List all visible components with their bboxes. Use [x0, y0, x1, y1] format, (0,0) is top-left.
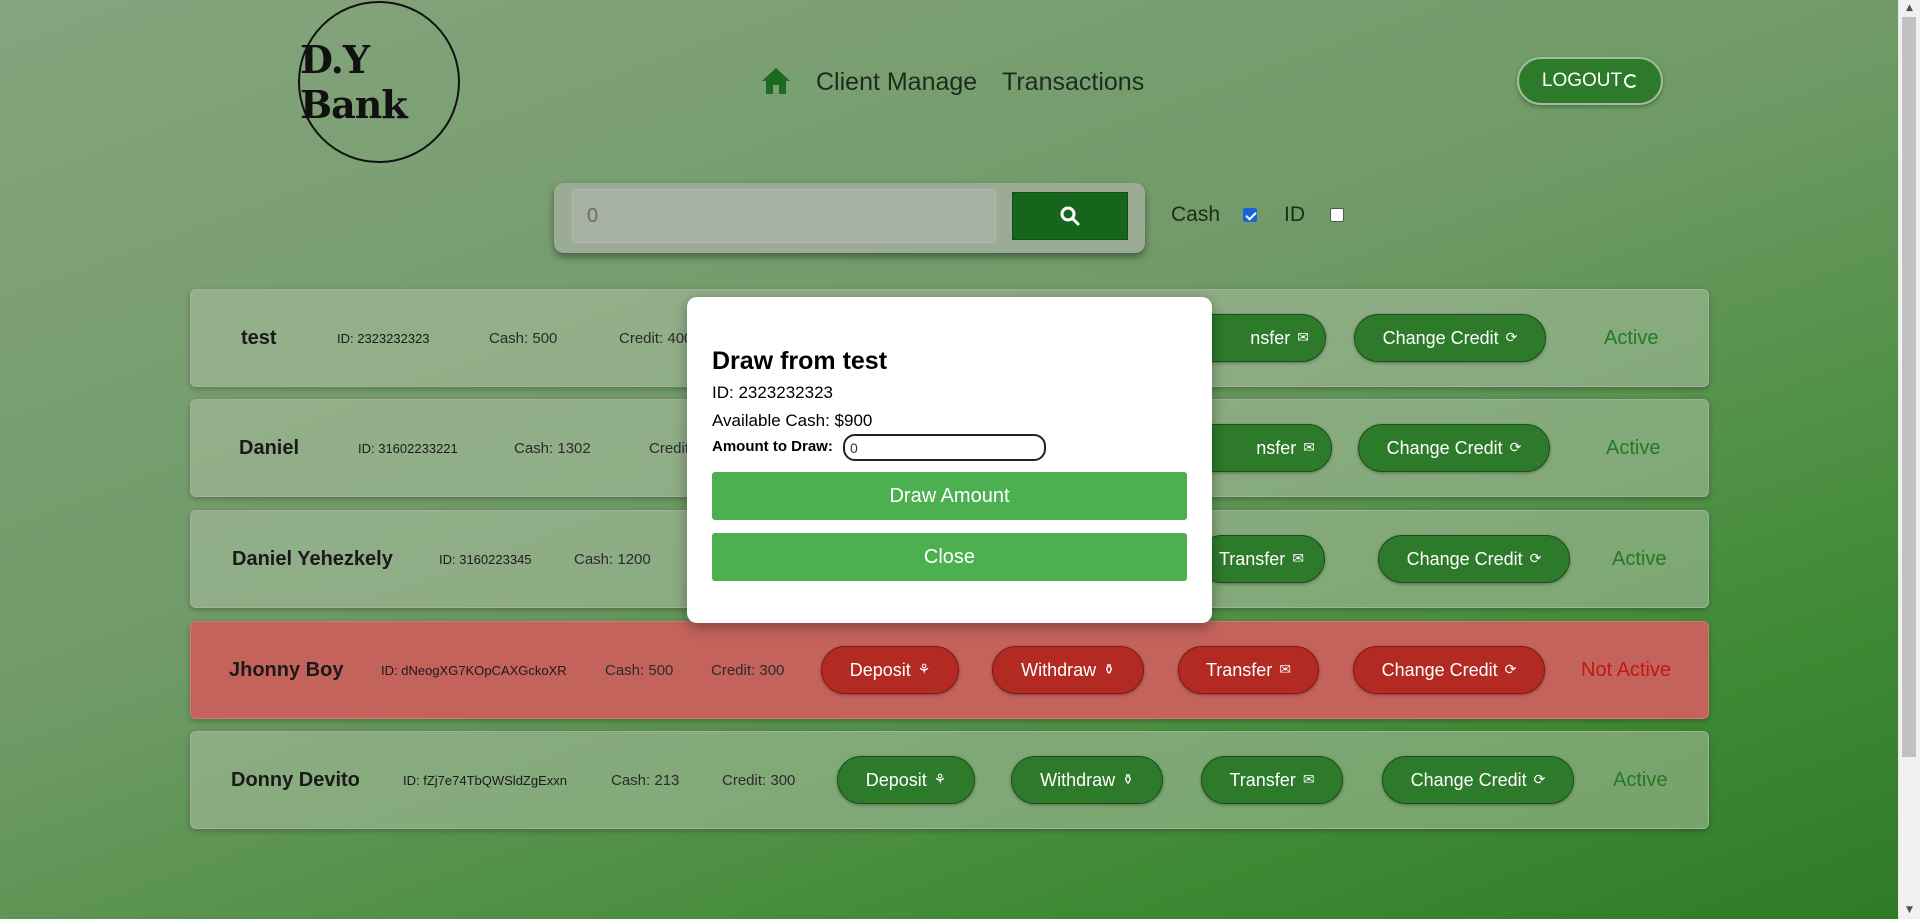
- deposit-label: Deposit: [849, 659, 911, 680]
- refresh-icon: ⟳: [1533, 772, 1546, 788]
- client-cash: Cash: 1302: [514, 439, 591, 457]
- amount-label: Amount to Draw:: [712, 438, 833, 455]
- envelope-icon: ✉: [1279, 662, 1292, 678]
- change-credit-label: Change Credit: [1381, 659, 1498, 680]
- vertical-scrollbar[interactable]: ▲ ▼: [1898, 0, 1920, 919]
- withdraw-button[interactable]: Withdraw ⚱: [992, 646, 1144, 694]
- transfer-label: Transfer: [1218, 548, 1286, 569]
- search-button[interactable]: [1012, 192, 1128, 240]
- deposit-icon: ⚘: [917, 662, 931, 678]
- refresh-icon: ⟳: [1509, 440, 1522, 456]
- withdraw-button[interactable]: Withdraw ⚱: [1011, 756, 1163, 804]
- draw-modal: Draw from test ID: 2323232323 Available …: [687, 297, 1212, 623]
- deposit-button[interactable]: Deposit ⚘: [837, 756, 975, 804]
- scroll-up-icon[interactable]: ▲: [1899, 0, 1920, 17]
- client-row: Jhonny Boy ID: dNeogXG7KOpCAXGckoXR Cash…: [190, 621, 1709, 719]
- deposit-button[interactable]: Deposit ⚘: [821, 646, 959, 694]
- client-cash: Cash: 500: [605, 661, 674, 679]
- transfer-label: nsfer: [1256, 437, 1297, 458]
- amount-input[interactable]: [843, 434, 1046, 461]
- scroll-down-icon[interactable]: ▼: [1899, 902, 1920, 919]
- client-id: ID: fZj7e74TbQWSldZgExxn: [403, 772, 567, 788]
- nav-client-manage[interactable]: Client Manage: [816, 68, 977, 97]
- change-credit-label: Change Credit: [1386, 437, 1503, 458]
- transfer-button[interactable]: Transfer ✉: [1201, 756, 1343, 804]
- deposit-label: Deposit: [865, 769, 927, 790]
- logout-button[interactable]: LOGOUT: [1517, 57, 1663, 105]
- withdraw-label: Withdraw: [1021, 659, 1097, 680]
- withdraw-icon: ⚱: [1122, 772, 1134, 788]
- modal-available-cash: Available Cash: $900: [712, 411, 873, 430]
- change-credit-label: Change Credit: [1410, 769, 1527, 790]
- withdraw-icon: ⚱: [1103, 662, 1115, 678]
- change-credit-button[interactable]: Change Credit ⟳: [1378, 535, 1570, 583]
- change-credit-label: Change Credit: [1406, 548, 1523, 569]
- client-id: ID: 2323232323: [337, 330, 430, 346]
- deposit-icon: ⚘: [933, 772, 947, 788]
- client-cash: Cash: 213: [611, 771, 680, 789]
- logout-label: LOGOUT: [1541, 70, 1623, 91]
- status-text: Active: [1612, 547, 1667, 570]
- envelope-icon: ✉: [1292, 551, 1305, 567]
- bank-logo[interactable]: D.Y Bank: [298, 1, 460, 163]
- transfer-label: Transfer: [1205, 659, 1273, 680]
- home-icon[interactable]: [760, 66, 792, 96]
- change-credit-button[interactable]: Change Credit ⟳: [1354, 314, 1546, 362]
- client-cash: Cash: 500: [489, 329, 558, 347]
- filter-cash-checkbox[interactable]: [1243, 208, 1257, 222]
- filter-id-checkbox[interactable]: [1330, 208, 1344, 222]
- client-id: ID: dNeogXG7KOpCAXGckoXR: [381, 662, 567, 678]
- filter-id-label: ID: [1284, 203, 1305, 226]
- envelope-icon: ✉: [1297, 330, 1309, 346]
- nav-transactions[interactable]: Transactions: [1002, 68, 1144, 97]
- transfer-label: Transfer: [1229, 769, 1296, 790]
- draw-amount-button[interactable]: Draw Amount: [712, 472, 1187, 520]
- envelope-icon: ✉: [1302, 772, 1315, 788]
- refresh-icon: ⟳: [1529, 551, 1542, 567]
- client-row: Donny Devito ID: fZj7e74TbQWSldZgExxn Ca…: [190, 731, 1709, 829]
- status-text: Active: [1606, 436, 1661, 459]
- scrollbar-thumb[interactable]: [1902, 17, 1916, 757]
- client-credit: Credit: [649, 439, 690, 457]
- status-text: Not Active: [1581, 658, 1672, 681]
- client-name: test: [241, 326, 277, 349]
- search-input[interactable]: [572, 189, 996, 243]
- change-credit-button[interactable]: Change Credit ⟳: [1353, 646, 1545, 694]
- refresh-icon: ⟳: [1504, 662, 1517, 678]
- refresh-icon: ⟳: [1505, 330, 1518, 346]
- transfer-label: nsfer: [1250, 327, 1291, 348]
- envelope-icon: ✉: [1303, 440, 1315, 456]
- client-name: Jhonny Boy: [229, 658, 344, 681]
- change-credit-label: Change Credit: [1382, 327, 1499, 348]
- search-bar: [554, 183, 1145, 253]
- modal-title: Draw from test: [712, 347, 888, 375]
- change-credit-button[interactable]: Change Credit ⟳: [1382, 756, 1574, 804]
- client-id: ID: 3160223345: [439, 551, 532, 567]
- modal-client-id: ID: 2323232323: [712, 383, 833, 402]
- logout-icon: [1624, 74, 1639, 88]
- close-button[interactable]: Close: [712, 533, 1187, 581]
- status-text: Active: [1604, 326, 1659, 349]
- client-name: Daniel: [239, 436, 300, 459]
- client-name: Donny Devito: [231, 768, 360, 791]
- client-cash: Cash: 1200: [574, 550, 651, 568]
- client-credit: Credit: 400: [619, 329, 693, 347]
- client-name: Daniel Yehezkely: [232, 547, 393, 570]
- client-credit: Credit: 300: [722, 771, 796, 789]
- client-id: ID: 31602233221: [358, 440, 458, 456]
- filter-cash-label: Cash: [1171, 203, 1221, 226]
- transfer-button[interactable]: Transfer ✉: [1198, 535, 1325, 583]
- search-icon: [1060, 206, 1080, 226]
- withdraw-label: Withdraw: [1040, 769, 1116, 790]
- client-credit: Credit: 300: [711, 661, 785, 679]
- page: D.Y Bank Client Manage Transactions LOGO…: [0, 0, 1899, 919]
- change-credit-button[interactable]: Change Credit ⟳: [1358, 424, 1550, 472]
- status-text: Active: [1613, 768, 1668, 791]
- logo-text: D.Y Bank: [300, 37, 408, 127]
- transfer-button[interactable]: Transfer ✉: [1178, 646, 1319, 694]
